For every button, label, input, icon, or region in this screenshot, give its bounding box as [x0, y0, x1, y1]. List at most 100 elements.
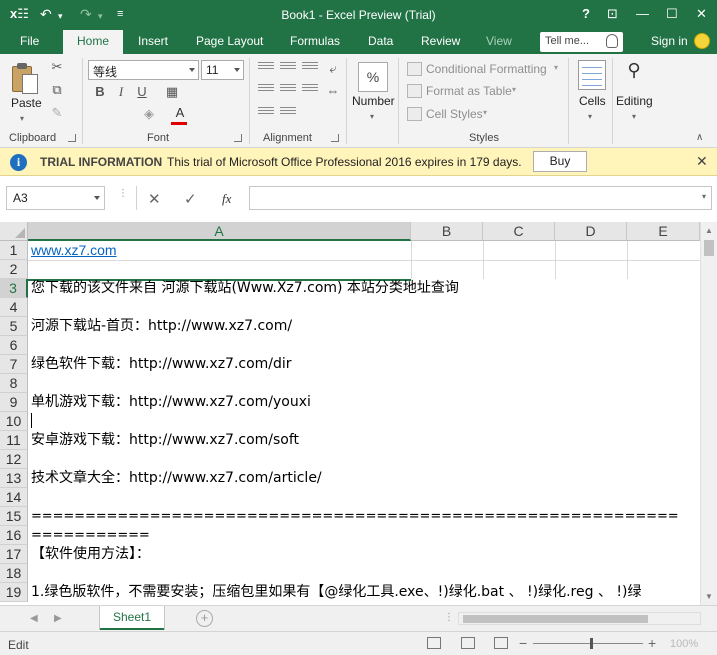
editing-dropdown-icon[interactable]: ▾ [632, 112, 636, 121]
conditional-formatting-icon[interactable] [407, 62, 422, 76]
row-header[interactable]: 19 [0, 583, 28, 602]
drag-handle-icon[interactable]: ⋮ [118, 188, 128, 199]
tab-review[interactable]: Review [421, 34, 460, 48]
cell-styles-icon[interactable] [407, 107, 422, 121]
font-launcher-icon[interactable] [234, 134, 242, 142]
formula-input[interactable] [249, 186, 712, 210]
minimize-icon[interactable]: — [636, 6, 649, 21]
normal-view-icon[interactable] [427, 637, 441, 649]
cells-dropdown-icon[interactable]: ▾ [588, 112, 592, 121]
format-painter-icon[interactable]: ✎ [50, 106, 64, 120]
paste-dropdown-icon[interactable]: ▾ [20, 114, 24, 123]
row-header[interactable]: 8 [0, 374, 28, 393]
help-icon[interactable]: ? [582, 6, 590, 21]
row-header[interactable]: 1 [0, 241, 28, 260]
cell-a9[interactable]: 单机游戏下载：http://www.xz7.com/youxi [28, 393, 311, 412]
decrease-indent-icon[interactable] [258, 107, 274, 119]
fill-color-icon[interactable]: ◈ [140, 105, 158, 123]
cell-a7[interactable]: 绿色软件下载：http://www.xz7.com/dir [28, 355, 292, 374]
add-sheet-button[interactable]: + [196, 610, 213, 627]
column-header-a[interactable]: A [28, 222, 411, 241]
number-dropdown-icon[interactable]: ▾ [370, 112, 374, 121]
previous-sheet-icon[interactable]: ◀ [30, 613, 38, 624]
close-icon[interactable]: ✕ [696, 153, 708, 170]
zoom-in-icon[interactable]: + [648, 635, 656, 651]
select-all-button[interactable] [0, 222, 28, 241]
tab-insert[interactable]: Insert [138, 34, 168, 48]
align-left-icon[interactable] [258, 84, 274, 96]
conditional-formatting-button[interactable]: Conditional Formatting [426, 62, 547, 76]
cell-styles-button[interactable]: Cell Styles [426, 107, 483, 121]
increase-indent-icon[interactable] [280, 107, 296, 119]
row-header[interactable]: 9 [0, 393, 28, 412]
cell-a5[interactable]: 河源下载站-首页：http://www.xz7.com/ [28, 317, 292, 336]
cell-a1[interactable]: www.xz7.com [28, 241, 117, 260]
scroll-thumb[interactable] [704, 240, 714, 256]
number-group-label[interactable]: Number [352, 94, 395, 108]
binoculars-icon[interactable]: ⚲ [620, 60, 648, 88]
sheet-tab-sheet1[interactable]: Sheet1 [100, 606, 164, 630]
close-icon[interactable]: ✕ [696, 6, 707, 22]
expand-formula-bar-icon[interactable]: ▾ [702, 192, 706, 201]
top-align-icon[interactable] [258, 62, 274, 74]
row-header[interactable]: 6 [0, 336, 28, 355]
worksheet-grid[interactable]: A B C D E 1 2 3 4 5 6 7 8 9 10 11 12 13 … [0, 222, 717, 605]
italic-button[interactable]: I [112, 83, 130, 101]
row-header[interactable]: 16 [0, 526, 28, 545]
ribbon-display-options-icon[interactable]: ⊡ [607, 6, 618, 22]
clipboard-launcher-icon[interactable] [68, 134, 76, 142]
column-header-e[interactable]: E [627, 222, 700, 241]
scroll-up-icon[interactable]: ▲ [705, 226, 713, 235]
cells-icon[interactable] [578, 60, 606, 90]
tab-data[interactable]: Data [368, 34, 393, 48]
row-header[interactable]: 3 [0, 279, 28, 298]
font-name-select[interactable]: 等线 [88, 60, 199, 80]
column-header-c[interactable]: C [483, 222, 555, 241]
wrap-text-icon[interactable]: ⤶ [326, 62, 340, 76]
merge-center-icon[interactable]: ⇔ [326, 84, 340, 98]
format-as-table-button[interactable]: Format as Table [426, 84, 512, 98]
zoom-out-icon[interactable]: − [519, 635, 527, 651]
align-right-icon[interactable] [302, 84, 318, 96]
zoom-slider[interactable] [533, 643, 643, 644]
column-header-b[interactable]: B [411, 222, 483, 241]
bold-button[interactable]: B [91, 83, 109, 101]
alignment-launcher-icon[interactable] [331, 134, 339, 142]
vertical-scrollbar[interactable]: ▲ ▼ [700, 222, 717, 605]
insert-function-icon[interactable]: fx [222, 191, 231, 207]
cell-a19[interactable]: 1.绿色版软件，不需要安装；压缩包里如果有【@绿化工具.exe、!)绿化.bat… [28, 583, 641, 602]
row-header[interactable]: 4 [0, 298, 28, 317]
zoom-level[interactable]: 100% [670, 638, 698, 650]
cut-icon[interactable]: ✂ [50, 60, 64, 74]
copy-icon[interactable]: ⧉ [50, 83, 64, 97]
sign-in-link[interactable]: Sign in [651, 34, 688, 48]
next-sheet-icon[interactable]: ▶ [54, 613, 62, 624]
tell-me-box[interactable]: Tell me... [540, 32, 623, 52]
tab-file[interactable]: File [20, 34, 39, 48]
page-break-view-icon[interactable] [494, 637, 508, 649]
cell-a17[interactable]: 【软件使用方法】： [28, 545, 150, 564]
cell-a3[interactable]: 您下载的该文件来自 河源下载站(Www.Xz7.com) 本站分类地址查询 [28, 279, 459, 298]
row-header[interactable]: 17 [0, 545, 28, 564]
row-header[interactable]: 14 [0, 488, 28, 507]
cell-a15[interactable]: ========================================… [28, 507, 679, 526]
zoom-slider-thumb[interactable] [590, 638, 593, 649]
middle-align-icon[interactable] [280, 62, 296, 74]
enter-icon[interactable]: ✓ [184, 190, 197, 208]
row-header[interactable]: 13 [0, 469, 28, 488]
scroll-down-icon[interactable]: ▼ [705, 592, 713, 601]
format-as-table-icon[interactable] [407, 84, 422, 98]
orientation-icon[interactable] [302, 62, 318, 74]
buy-button[interactable]: Buy [533, 151, 587, 172]
number-format-button[interactable]: % [358, 62, 388, 92]
cancel-icon[interactable]: ✕ [148, 190, 161, 208]
row-header[interactable]: 12 [0, 450, 28, 469]
row-header[interactable]: 5 [0, 317, 28, 336]
font-color-icon[interactable]: A [171, 104, 189, 122]
collapse-ribbon-icon[interactable]: ∧ [696, 132, 703, 143]
paste-label[interactable]: Paste [11, 96, 42, 110]
page-layout-view-icon[interactable] [461, 637, 475, 649]
row-header[interactable]: 11 [0, 431, 28, 450]
scroll-thumb[interactable] [463, 615, 648, 623]
tab-formulas[interactable]: Formulas [290, 34, 340, 48]
